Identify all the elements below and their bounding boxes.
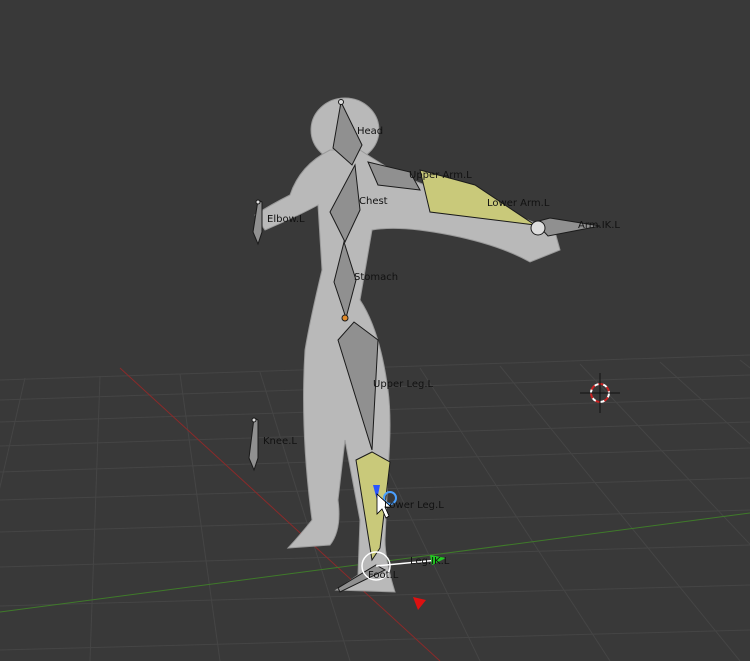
bone-label-elbow: Elbow.L [267, 214, 305, 225]
bone-label-arm-ik: Arm.IK.L [578, 220, 620, 231]
3d-cursor-icon[interactable] [580, 373, 620, 413]
bone-label-knee: Knee.L [263, 436, 297, 447]
bone-label-stomach: Stomach [354, 272, 398, 283]
bone-label-head: Head [357, 126, 383, 137]
knee-bone[interactable] [248, 417, 259, 472]
gizmo-x-handle[interactable] [413, 597, 426, 610]
scene: Head Chest Stomach Upper Arm.L Lower Arm… [0, 97, 750, 661]
bone-label-chest: Chest [359, 196, 388, 207]
bone-label-upper-leg: Upper Leg.L [373, 379, 434, 390]
elbow-bone[interactable] [252, 199, 263, 246]
bone-label-lower-arm: Lower Arm.L [487, 198, 550, 209]
3d-viewport[interactable]: Head Chest Stomach Upper Arm.L Lower Arm… [0, 0, 750, 661]
bone-label-lower-leg: Lower Leg.L [384, 500, 444, 511]
x-axis-line [119, 367, 441, 661]
bone-label-foot: Foot.L [368, 570, 399, 581]
bone-label-upper-arm: Upper Arm.L [409, 170, 472, 181]
bone-label-leg-ik: Leg.IK.L [410, 556, 450, 567]
